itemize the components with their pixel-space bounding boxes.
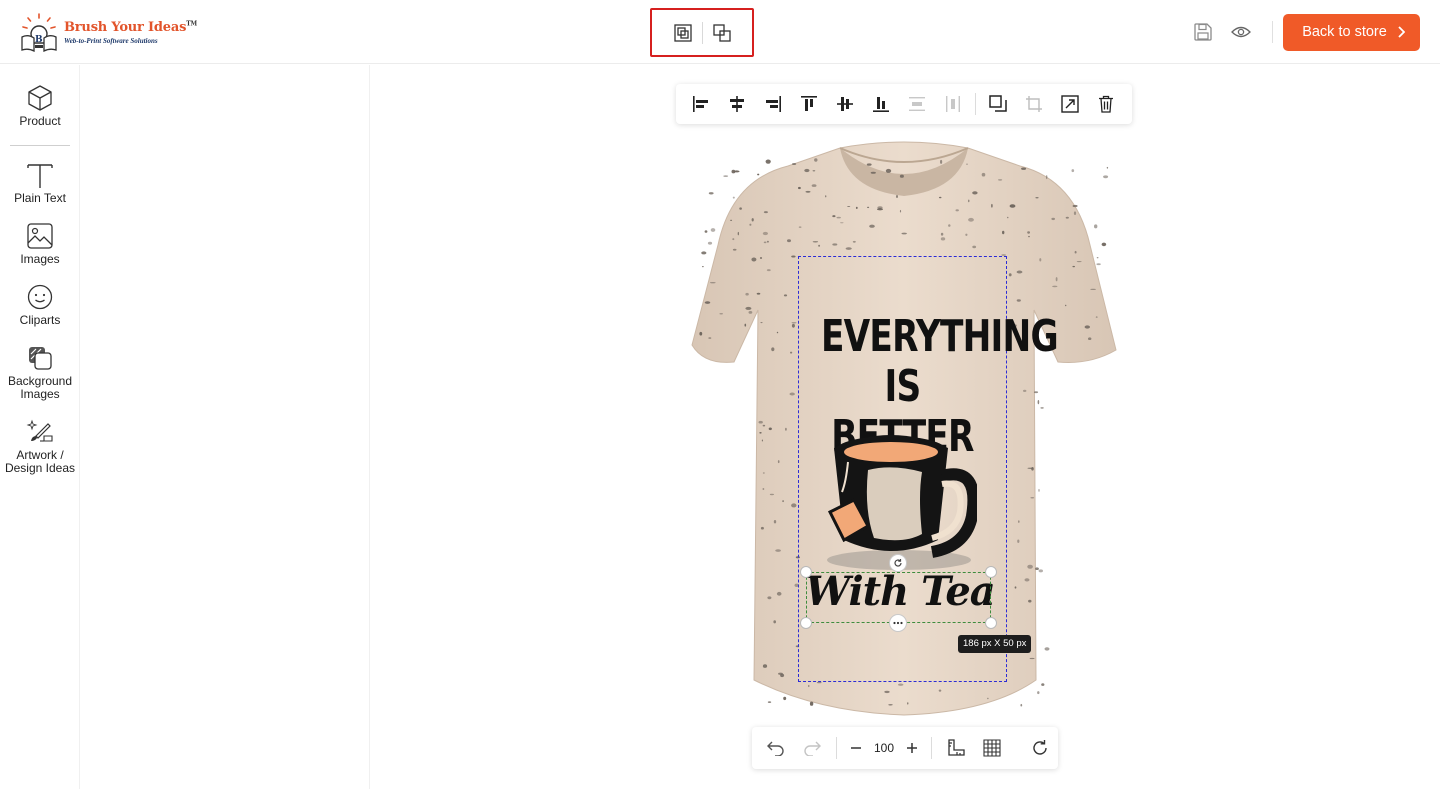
align-top-button[interactable] [791, 86, 827, 122]
sidebar-item-cliparts[interactable]: Cliparts [0, 282, 80, 327]
smiley-icon [27, 284, 53, 310]
delete-icon [1099, 95, 1113, 113]
distribute-horizontal-button[interactable] [899, 86, 935, 122]
grid-icon [983, 739, 1001, 757]
logo-bulb-icon: B [18, 12, 60, 54]
crop-button[interactable] [1016, 86, 1052, 122]
zoom-out-button[interactable] [843, 730, 869, 766]
distribute-horizontal-icon [909, 97, 925, 111]
save-button[interactable] [1184, 14, 1222, 50]
align-middle-icon [837, 97, 853, 111]
refresh-icon [1033, 740, 1047, 755]
tool-rail: Product Plain Text Images Cliparts Backg… [0, 65, 80, 789]
object-toolbar [676, 84, 1132, 124]
align-center-icon [730, 96, 744, 112]
back-to-store-label: Back to store [1302, 24, 1387, 40]
rotate-handle[interactable] [889, 554, 907, 572]
side-panel [80, 65, 370, 789]
undo-button[interactable] [758, 730, 794, 766]
redo-button[interactable] [794, 730, 830, 766]
zoom-level: 100 [873, 741, 895, 755]
duplicate-icon [989, 95, 1007, 112]
back-to-store-button[interactable]: Back to store [1283, 13, 1420, 51]
align-right-button[interactable] [755, 86, 791, 122]
zoom-in-button[interactable] [899, 730, 925, 766]
more-dots-icon [893, 621, 903, 625]
align-middle-button[interactable] [827, 86, 863, 122]
minus-icon [851, 747, 861, 749]
align-bottom-icon [873, 97, 889, 112]
layers-icon [29, 347, 52, 370]
rotate-icon [894, 559, 902, 567]
sidebar-item-images[interactable]: Images [0, 221, 80, 266]
text-icon [27, 164, 53, 188]
brand-tagline: Web-to-Print Software Solutions [64, 37, 158, 45]
distribute-vertical-button[interactable] [935, 86, 971, 122]
resize-handle-bottom-left[interactable] [800, 617, 812, 629]
preview-button[interactable] [1222, 14, 1260, 50]
brand-logo[interactable]: B Brush Your IdeasTM Web-to-Print Softwa… [18, 12, 198, 54]
group-icon [673, 23, 692, 42]
eye-icon [1231, 26, 1251, 38]
header-actions: Back to store [1184, 13, 1420, 51]
undo-icon [767, 741, 784, 756]
more-options-handle[interactable] [889, 614, 907, 632]
grid-button[interactable] [974, 730, 1010, 766]
align-bottom-button[interactable] [863, 86, 899, 122]
resize-handle-bottom-right[interactable] [985, 617, 997, 629]
crop-icon [1026, 96, 1042, 112]
rail-divider [10, 145, 70, 146]
brush-icon [26, 419, 53, 442]
chevron-right-icon [1398, 26, 1405, 38]
top-bar: B Brush Your IdeasTM Web-to-Print Softwa… [0, 0, 1440, 64]
svg-text:B: B [35, 35, 43, 45]
delete-button[interactable] [1088, 86, 1124, 122]
resize-handle-top-left[interactable] [800, 566, 812, 578]
cube-icon [28, 85, 52, 111]
resize-icon [1061, 95, 1079, 113]
ungroup-icon [712, 23, 731, 42]
duplicate-button[interactable] [980, 86, 1016, 122]
align-top-icon [801, 96, 817, 111]
reset-button[interactable] [1022, 730, 1058, 766]
sidebar-item-background-images[interactable]: Background Images [0, 343, 80, 401]
image-icon [27, 223, 53, 249]
canvas-bottom-bar: 100 [752, 727, 1058, 769]
sidebar-item-product[interactable]: Product [0, 83, 80, 128]
align-left-icon [693, 96, 708, 112]
redo-icon [804, 741, 821, 756]
resize-button[interactable] [1052, 86, 1088, 122]
sidebar-item-artwork-design-ideas[interactable]: Artwork / Design Ideas [0, 417, 80, 475]
ruler-icon [948, 739, 965, 756]
distribute-vertical-icon [946, 96, 960, 112]
save-icon [1194, 23, 1212, 41]
align-center-button[interactable] [719, 86, 755, 122]
plus-icon [907, 743, 917, 753]
group-button[interactable] [665, 17, 701, 49]
ruler-button[interactable] [938, 730, 974, 766]
brand-name: Brush Your IdeasTM [64, 20, 197, 35]
align-right-icon [766, 96, 781, 112]
ungroup-button[interactable] [704, 17, 740, 49]
sidebar-item-plain-text[interactable]: Plain Text [0, 160, 80, 205]
resize-handle-top-right[interactable] [985, 566, 997, 578]
selection-size-tooltip: 186 px X 50 px [958, 635, 1032, 653]
align-left-button[interactable] [683, 86, 719, 122]
group-controls [650, 8, 754, 57]
